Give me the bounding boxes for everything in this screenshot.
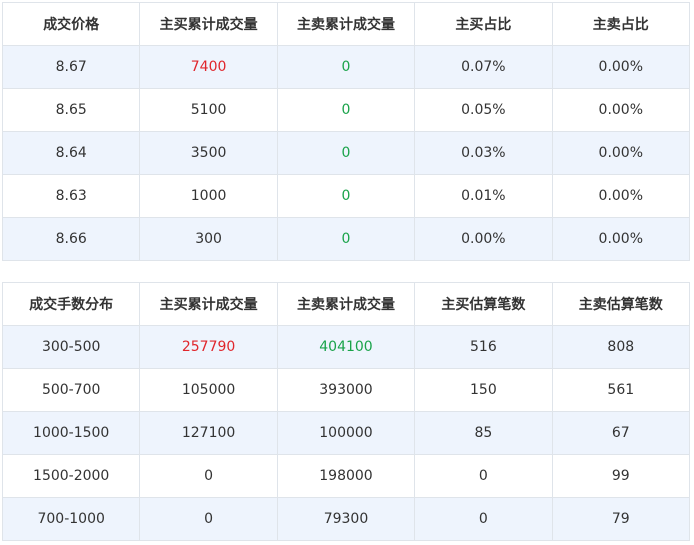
cell-sell-volume: 404100: [276, 325, 416, 369]
cell-buy-volume: 7400: [139, 45, 278, 89]
cell-price: 8.65: [1, 88, 141, 132]
cell-buy-volume: 127100: [139, 411, 278, 455]
header-buy-ratio: 主买占比: [414, 2, 553, 46]
cell-sell-volume: 79300: [276, 497, 416, 541]
cell-sell-ratio: 0.00%: [551, 131, 691, 175]
cell-sell-count: 99: [551, 454, 691, 498]
cell-sell-ratio: 0.00%: [551, 88, 691, 132]
cell-buy-count: 516: [414, 325, 553, 369]
cell-buy-ratio: 0.03%: [414, 131, 553, 175]
cell-buy-volume: 0: [139, 454, 278, 498]
header-sell-ratio: 主卖占比: [551, 2, 691, 46]
cell-buy-count: 0: [414, 454, 553, 498]
table-header-row: 成交价格 主买累计成交量 主卖累计成交量 主买占比 主卖占比: [1, 2, 691, 46]
cell-sell-count: 561: [551, 368, 691, 412]
table-row: 1500-2000 0 198000 0 99: [1, 454, 691, 498]
header-buy-count: 主买估算笔数: [414, 282, 553, 326]
cell-buy-ratio: 0.01%: [414, 174, 553, 218]
cell-buy-volume: 105000: [139, 368, 278, 412]
cell-lot-range: 1000-1500: [1, 411, 141, 455]
cell-buy-volume: 5100: [139, 88, 278, 132]
header-lot-range: 成交手数分布: [1, 282, 141, 326]
header-sell-count: 主卖估算笔数: [551, 282, 691, 326]
cell-sell-count: 67: [551, 411, 691, 455]
cell-buy-volume: 1000: [139, 174, 278, 218]
cell-buy-ratio: 0.07%: [414, 45, 553, 89]
lot-size-distribution-table: 成交手数分布 主买累计成交量 主卖累计成交量 主买估算笔数 主卖估算笔数 300…: [1, 282, 691, 541]
price-distribution-table: 成交价格 主买累计成交量 主卖累计成交量 主买占比 主卖占比 8.67 7400…: [1, 2, 691, 261]
cell-sell-volume: 393000: [276, 368, 416, 412]
cell-buy-count: 85: [414, 411, 553, 455]
table-row: 8.63 1000 0 0.01% 0.00%: [1, 174, 691, 218]
cell-price: 8.64: [1, 131, 141, 175]
table-row: 8.64 3500 0 0.03% 0.00%: [1, 131, 691, 175]
header-sell-volume: 主卖累计成交量: [276, 2, 416, 46]
cell-sell-count: 79: [551, 497, 691, 541]
cell-sell-ratio: 0.00%: [551, 217, 691, 261]
cell-buy-count: 150: [414, 368, 553, 412]
cell-sell-volume: 0: [276, 131, 416, 175]
cell-buy-volume: 0: [139, 497, 278, 541]
cell-buy-count: 0: [414, 497, 553, 541]
cell-price: 8.67: [1, 45, 141, 89]
cell-buy-volume: 3500: [139, 131, 278, 175]
cell-sell-volume: 0: [276, 88, 416, 132]
cell-sell-volume: 100000: [276, 411, 416, 455]
cell-lot-range: 700-1000: [1, 497, 141, 541]
cell-lot-range: 300-500: [1, 325, 141, 369]
table-header-row: 成交手数分布 主买累计成交量 主卖累计成交量 主买估算笔数 主卖估算笔数: [1, 282, 691, 326]
cell-buy-volume: 257790: [139, 325, 278, 369]
cell-price: 8.63: [1, 174, 141, 218]
table-row: 8.65 5100 0 0.05% 0.00%: [1, 88, 691, 132]
cell-sell-volume: 198000: [276, 454, 416, 498]
cell-sell-volume: 0: [276, 174, 416, 218]
cell-buy-ratio: 0.00%: [414, 217, 553, 261]
table-row: 8.67 7400 0 0.07% 0.00%: [1, 45, 691, 89]
cell-price: 8.66: [1, 217, 141, 261]
cell-buy-volume: 300: [139, 217, 278, 261]
cell-lot-range: 1500-2000: [1, 454, 141, 498]
cell-sell-volume: 0: [276, 45, 416, 89]
table-row: 8.66 300 0 0.00% 0.00%: [1, 217, 691, 261]
cell-sell-ratio: 0.00%: [551, 45, 691, 89]
cell-sell-count: 808: [551, 325, 691, 369]
table-row: 300-500 257790 404100 516 808: [1, 325, 691, 369]
header-sell-volume: 主卖累计成交量: [276, 282, 416, 326]
cell-lot-range: 500-700: [1, 368, 141, 412]
table-row: 500-700 105000 393000 150 561: [1, 368, 691, 412]
cell-sell-volume: 0: [276, 217, 416, 261]
cell-sell-ratio: 0.00%: [551, 174, 691, 218]
cell-buy-ratio: 0.05%: [414, 88, 553, 132]
table-row: 700-1000 0 79300 0 79: [1, 497, 691, 541]
table-row: 1000-1500 127100 100000 85 67: [1, 411, 691, 455]
header-buy-volume: 主买累计成交量: [139, 282, 278, 326]
header-buy-volume: 主买累计成交量: [139, 2, 278, 46]
header-price: 成交价格: [1, 2, 141, 46]
